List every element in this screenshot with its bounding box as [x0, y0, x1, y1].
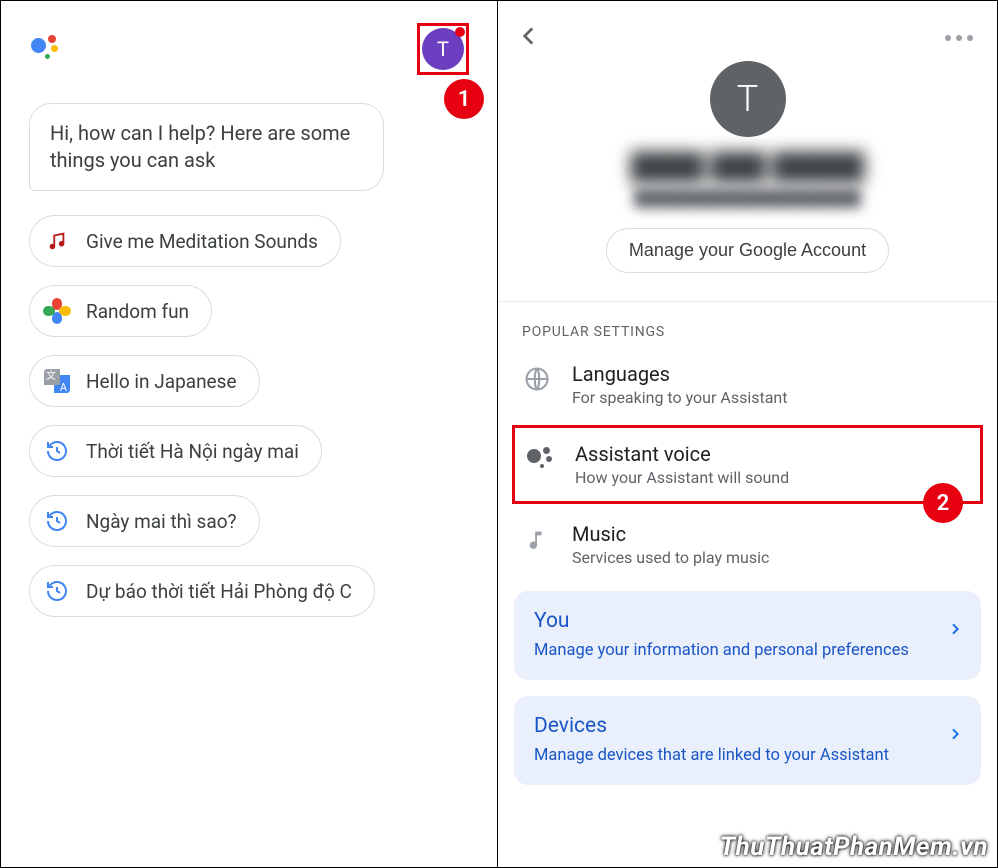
avatar-letter: T	[437, 37, 449, 61]
chevron-left-icon	[516, 23, 542, 49]
suggestion-chip[interactable]: Give me Meditation Sounds	[29, 215, 341, 267]
setting-subtitle: Services used to play music	[572, 548, 769, 567]
watermark-text: ThuThuatPhanMem.vn	[719, 832, 988, 862]
settings-item-music[interactable]: Music Services used to play music	[498, 506, 997, 583]
profile-email: ████████████████████	[518, 188, 977, 208]
setting-subtitle: For speaking to your Assistant	[572, 388, 787, 407]
suggestion-chip[interactable]: Hello in Japanese	[29, 355, 260, 407]
assistant-chat-pane: T 1 Hi, how can I help? Here are some th…	[1, 1, 498, 867]
suggestion-chip-list: Give me Meditation Sounds Random fun Hel…	[29, 215, 497, 617]
music-note-icon	[522, 522, 552, 556]
annotation-badge-2: 2	[923, 483, 963, 523]
profile-name: ████ ███ █████	[518, 151, 977, 182]
chip-label: Dự báo thời tiết Hải Phòng độ C	[86, 580, 352, 603]
setting-title: Languages	[572, 362, 787, 386]
card-title: Devices	[534, 714, 961, 738]
popular-settings-label: POPULAR SETTINGS	[498, 302, 997, 346]
setting-title: Assistant voice	[575, 442, 789, 466]
card-subtitle: Manage devices that are linked to your A…	[534, 746, 961, 765]
chip-label: Thời tiết Hà Nội ngày mai	[86, 440, 299, 463]
settings-card-devices[interactable]: Devices Manage devices that are linked t…	[514, 696, 981, 785]
card-subtitle: Manage your information and personal pre…	[534, 641, 961, 660]
dot-icon	[945, 35, 951, 41]
suggestion-chip[interactable]: Thời tiết Hà Nội ngày mai	[29, 425, 322, 477]
chip-label: Hello in Japanese	[86, 370, 237, 393]
assistant-icon	[525, 442, 555, 476]
history-icon	[44, 508, 70, 534]
suggestion-chip[interactable]: Dự báo thời tiết Hải Phòng độ C	[29, 565, 375, 617]
notification-dot-icon	[455, 27, 465, 37]
suggestion-chip[interactable]: Ngày mai thì sao?	[29, 495, 260, 547]
profile-avatar-button[interactable]: T	[417, 23, 469, 75]
manage-account-button[interactable]: Manage your Google Account	[606, 228, 889, 273]
chip-label: Give me Meditation Sounds	[86, 230, 318, 253]
profile-section: T ████ ███ █████ ████████████████████ Ma…	[498, 53, 997, 302]
history-icon	[44, 578, 70, 604]
chevron-right-icon	[947, 621, 963, 641]
back-button[interactable]	[516, 23, 542, 53]
settings-card-you[interactable]: You Manage your information and personal…	[514, 591, 981, 680]
setting-title: Music	[572, 522, 769, 546]
profile-avatar[interactable]: T	[710, 61, 786, 137]
assistant-settings-pane: T ████ ███ █████ ████████████████████ Ma…	[498, 1, 997, 867]
music-note-icon	[44, 228, 70, 254]
annotation-badge-1: 1	[444, 79, 484, 119]
settings-item-languages[interactable]: Languages For speaking to your Assistant	[498, 346, 997, 423]
suggestion-chip[interactable]: Random fun	[29, 285, 212, 337]
translate-icon	[44, 368, 70, 394]
chip-label: Ngày mai thì sao?	[86, 510, 237, 533]
settings-item-assistant-voice[interactable]: Assistant voice How your Assistant will …	[512, 425, 983, 504]
fan-icon	[44, 298, 70, 324]
assistant-greeting: Hi, how can I help? Here are some things…	[29, 103, 384, 191]
chevron-right-icon	[947, 726, 963, 746]
more-menu-button[interactable]	[945, 35, 973, 41]
setting-subtitle: How your Assistant will sound	[575, 468, 789, 487]
globe-icon	[522, 362, 552, 396]
avatar-letter: T	[737, 78, 759, 120]
card-title: You	[534, 609, 961, 633]
chip-label: Random fun	[86, 300, 189, 323]
assistant-logo-icon	[29, 32, 63, 66]
history-icon	[44, 438, 70, 464]
